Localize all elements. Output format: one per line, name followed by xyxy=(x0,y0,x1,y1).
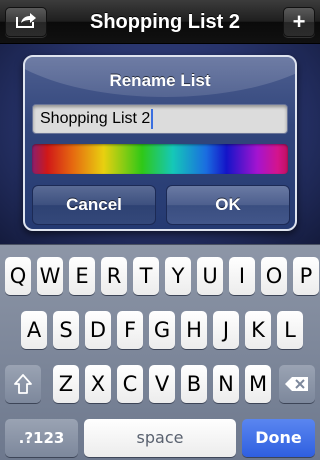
plus-icon: + xyxy=(292,9,306,34)
key-o[interactable]: O xyxy=(261,257,287,295)
key-f[interactable]: F xyxy=(117,311,143,349)
rename-dialog: Rename List Shopping List 2 Cancel OK xyxy=(23,55,297,231)
delete-key[interactable] xyxy=(279,365,315,403)
list-name-input[interactable]: Shopping List 2 xyxy=(32,104,288,134)
shift-icon xyxy=(5,365,41,403)
page-title: Shopping List 2 xyxy=(90,11,240,33)
key-a[interactable]: A xyxy=(21,311,47,349)
key-y[interactable]: Y xyxy=(165,257,191,295)
share-icon xyxy=(15,11,37,34)
backspace-icon xyxy=(279,365,315,403)
list-name-value: Shopping List 2 xyxy=(40,110,151,127)
color-spectrum-picker[interactable] xyxy=(32,144,288,174)
done-key[interactable]: Done xyxy=(242,419,315,457)
key-i[interactable]: I xyxy=(229,257,255,295)
key-g[interactable]: G xyxy=(149,311,175,349)
key-t[interactable]: T xyxy=(133,257,159,295)
key-d[interactable]: D xyxy=(85,311,111,349)
key-j[interactable]: J xyxy=(213,311,239,349)
navigation-bar: Shopping List 2 + xyxy=(0,0,320,44)
key-m[interactable]: M xyxy=(245,365,271,403)
key-z[interactable]: Z xyxy=(53,365,79,403)
key-s[interactable]: S xyxy=(53,311,79,349)
key-q[interactable]: Q xyxy=(5,257,31,295)
key-r[interactable]: R xyxy=(101,257,127,295)
key-k[interactable]: K xyxy=(245,311,271,349)
key-c[interactable]: C xyxy=(117,365,143,403)
key-e[interactable]: E xyxy=(69,257,95,295)
key-u[interactable]: U xyxy=(197,257,223,295)
dialog-title: Rename List xyxy=(109,71,211,90)
cancel-button[interactable]: Cancel xyxy=(32,185,156,225)
keyboard: Q W E R T Y U I O P A S D F G H J K L Z … xyxy=(0,244,320,460)
key-v[interactable]: V xyxy=(149,365,175,403)
key-b[interactable]: B xyxy=(181,365,207,403)
shift-key[interactable] xyxy=(5,365,41,403)
ok-button[interactable]: OK xyxy=(166,185,290,225)
add-list-button[interactable]: + xyxy=(283,7,315,37)
share-button[interactable] xyxy=(5,7,47,37)
key-h[interactable]: H xyxy=(181,311,207,349)
key-n[interactable]: N xyxy=(213,365,239,403)
key-w[interactable]: W xyxy=(37,257,63,295)
key-l[interactable]: L xyxy=(277,311,303,349)
text-caret xyxy=(151,108,154,129)
space-key[interactable]: space xyxy=(84,419,236,457)
key-p[interactable]: P xyxy=(293,257,319,295)
numbers-key[interactable]: .?123 xyxy=(5,419,78,457)
key-x[interactable]: X xyxy=(85,365,111,403)
